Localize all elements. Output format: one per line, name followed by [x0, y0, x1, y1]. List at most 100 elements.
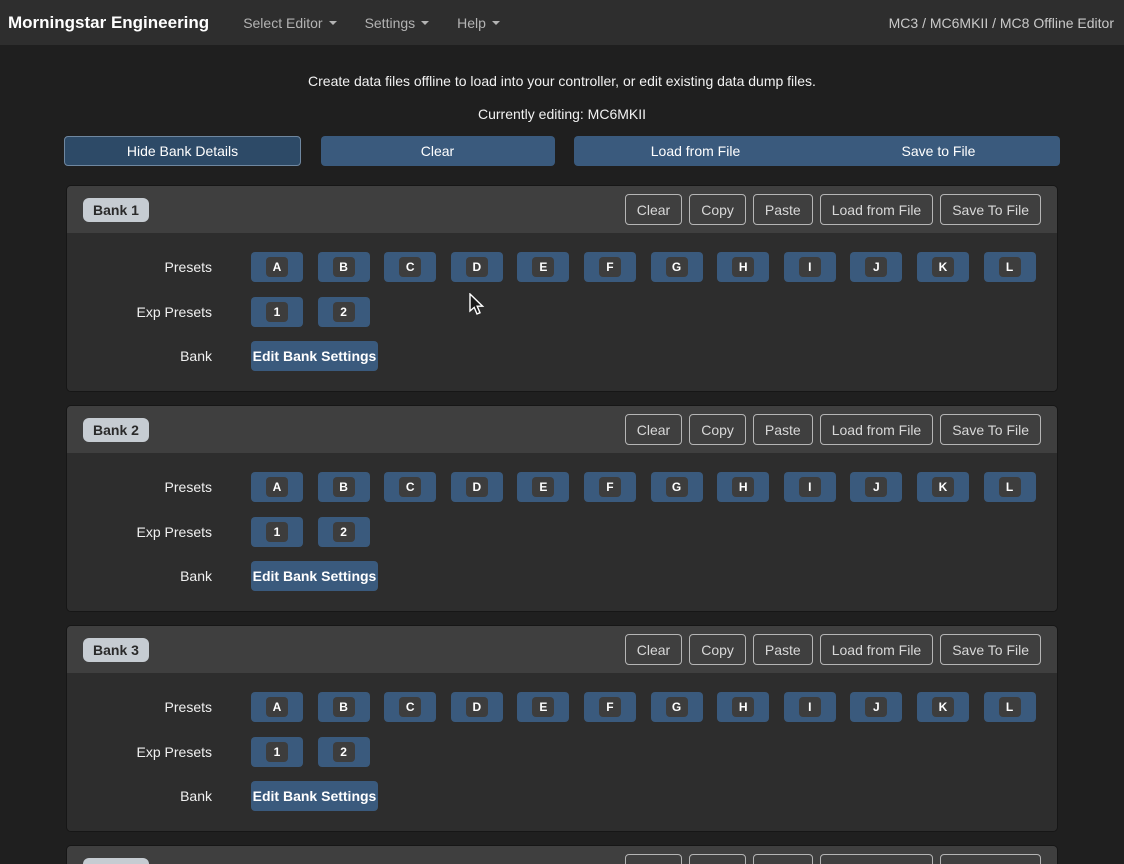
preset-button-l[interactable]: L	[984, 692, 1036, 722]
bank-copy-button[interactable]: Copy	[689, 854, 746, 864]
edit-bank-settings-button[interactable]: Edit Bank Settings	[251, 561, 378, 591]
preset-button-f[interactable]: F	[584, 472, 636, 502]
bank-clear-button[interactable]: Clear	[625, 194, 682, 225]
bank-body: PresetsABCDEFGHIJKLExp Presets12BankEdit…	[67, 233, 1057, 391]
exp-preset-buttons: 12	[251, 297, 370, 327]
preset-button-b[interactable]: B	[318, 472, 370, 502]
preset-button-d[interactable]: D	[451, 472, 503, 502]
exp-preset-button-2[interactable]: 2	[318, 297, 370, 327]
preset-button-g[interactable]: G	[651, 472, 703, 502]
preset-button-j[interactable]: J	[850, 472, 902, 502]
preset-key-label: G	[666, 257, 688, 277]
preset-button-i[interactable]: I	[784, 472, 836, 502]
save-to-file-button[interactable]: Save to File	[817, 136, 1060, 166]
preset-key-label: L	[999, 477, 1021, 497]
bank-paste-button[interactable]: Paste	[753, 854, 813, 864]
preset-button-l[interactable]: L	[984, 472, 1036, 502]
preset-button-e[interactable]: E	[517, 472, 569, 502]
preset-button-k[interactable]: K	[917, 692, 969, 722]
exp-preset-button-1[interactable]: 1	[251, 737, 303, 767]
preset-button-j[interactable]: J	[850, 252, 902, 282]
edit-bank-settings-button[interactable]: Edit Bank Settings	[251, 341, 378, 371]
bank-save-to-file-button[interactable]: Save To File	[940, 194, 1041, 225]
exp-preset-key-label: 1	[266, 742, 288, 762]
bank-save-to-file-button[interactable]: Save To File	[940, 854, 1041, 864]
menu-help[interactable]: Help	[457, 15, 500, 31]
preset-button-a[interactable]: A	[251, 692, 303, 722]
exp-preset-button-2[interactable]: 2	[318, 517, 370, 547]
preset-button-c[interactable]: C	[384, 472, 436, 502]
bank-clear-button[interactable]: Clear	[625, 634, 682, 665]
bank-paste-button[interactable]: Paste	[753, 634, 813, 665]
preset-button-d[interactable]: D	[451, 252, 503, 282]
preset-button-b[interactable]: B	[318, 252, 370, 282]
bank-paste-button[interactable]: Paste	[753, 194, 813, 225]
preset-button-k[interactable]: K	[917, 472, 969, 502]
chevron-down-icon	[492, 21, 500, 25]
preset-key-label: D	[466, 697, 488, 717]
bank-actions: ClearCopyPasteLoad from FileSave To File	[625, 634, 1041, 665]
preset-button-i[interactable]: I	[784, 252, 836, 282]
preset-button-l[interactable]: L	[984, 252, 1036, 282]
edit-bank-settings-button[interactable]: Edit Bank Settings	[251, 781, 378, 811]
preset-button-b[interactable]: B	[318, 692, 370, 722]
bank-save-to-file-button[interactable]: Save To File	[940, 634, 1041, 665]
exp-presets-row: Exp Presets12	[67, 517, 1041, 547]
exp-presets-row: Exp Presets12	[67, 297, 1041, 327]
bank-settings-row: Bank Edit Bank Settings	[67, 341, 1041, 371]
preset-button-h[interactable]: H	[717, 692, 769, 722]
bank-clear-button[interactable]: Clear	[625, 414, 682, 445]
bank-save-to-file-button[interactable]: Save To File	[940, 414, 1041, 445]
preset-key-label: D	[466, 257, 488, 277]
load-from-file-button[interactable]: Load from File	[574, 136, 817, 166]
preset-button-k[interactable]: K	[917, 252, 969, 282]
preset-button-f[interactable]: F	[584, 692, 636, 722]
bank-copy-button[interactable]: Copy	[689, 194, 746, 225]
exp-preset-button-1[interactable]: 1	[251, 517, 303, 547]
preset-button-d[interactable]: D	[451, 692, 503, 722]
preset-button-g[interactable]: G	[651, 692, 703, 722]
bank-load-from-file-button[interactable]: Load from File	[820, 194, 933, 225]
preset-key-label: I	[799, 697, 821, 717]
preset-key-label: E	[532, 257, 554, 277]
preset-button-a[interactable]: A	[251, 472, 303, 502]
menu-settings[interactable]: Settings	[365, 15, 430, 31]
bank-clear-button[interactable]: Clear	[625, 854, 682, 864]
preset-button-h[interactable]: H	[717, 252, 769, 282]
bank-copy-button[interactable]: Copy	[689, 634, 746, 665]
intro-text: Create data files offline to load into y…	[0, 73, 1124, 89]
bank-actions: ClearCopyPasteLoad from FileSave To File	[625, 194, 1041, 225]
exp-preset-button-2[interactable]: 2	[318, 737, 370, 767]
bank-settings-buttons: Edit Bank Settings	[251, 341, 378, 371]
preset-key-label: B	[333, 257, 355, 277]
preset-button-i[interactable]: I	[784, 692, 836, 722]
preset-button-e[interactable]: E	[517, 692, 569, 722]
clear-all-button[interactable]: Clear	[321, 136, 555, 166]
preset-key-label: H	[732, 477, 754, 497]
preset-key-label: J	[865, 477, 887, 497]
menu-select-editor[interactable]: Select Editor	[243, 15, 336, 31]
preset-button-e[interactable]: E	[517, 252, 569, 282]
preset-button-c[interactable]: C	[384, 692, 436, 722]
bank-label: Bank	[67, 788, 212, 804]
preset-button-h[interactable]: H	[717, 472, 769, 502]
bank-list: Bank 1ClearCopyPasteLoad from FileSave T…	[0, 185, 1124, 864]
exp-preset-buttons: 12	[251, 517, 370, 547]
bank-load-from-file-button[interactable]: Load from File	[820, 414, 933, 445]
bank-load-from-file-button[interactable]: Load from File	[820, 854, 933, 864]
exp-preset-button-1[interactable]: 1	[251, 297, 303, 327]
bank-copy-button[interactable]: Copy	[689, 414, 746, 445]
preset-button-c[interactable]: C	[384, 252, 436, 282]
hide-bank-details-button[interactable]: Hide Bank Details	[64, 136, 301, 166]
bank-badge: Bank 2	[83, 418, 149, 442]
preset-key-label: L	[999, 697, 1021, 717]
preset-button-g[interactable]: G	[651, 252, 703, 282]
preset-button-j[interactable]: J	[850, 692, 902, 722]
bank-section: Bank 1 ClearCopyPasteLoad from FileSave T…	[66, 185, 1058, 392]
bank-load-from-file-button[interactable]: Load from File	[820, 634, 933, 665]
preset-button-a[interactable]: A	[251, 252, 303, 282]
preset-button-f[interactable]: F	[584, 252, 636, 282]
bank-paste-button[interactable]: Paste	[753, 414, 813, 445]
bank-label: Bank	[67, 348, 212, 364]
bank-section: Bank 3ClearCopyPasteLoad from FileSave T…	[66, 625, 1058, 832]
